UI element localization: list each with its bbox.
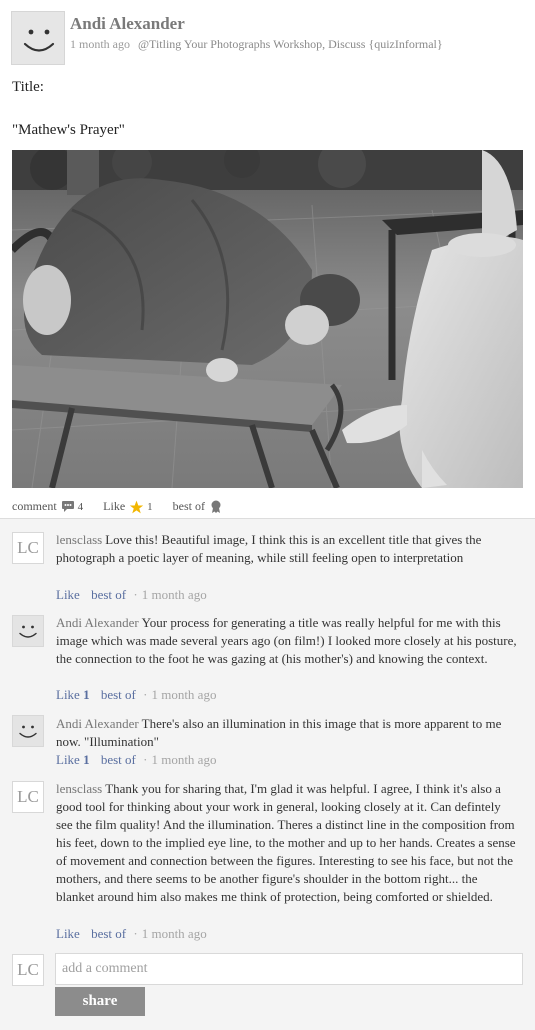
comment-avatar[interactable]	[12, 615, 44, 647]
comment-author[interactable]: lensclass	[56, 532, 102, 547]
comment-author[interactable]: Andi Alexander	[56, 615, 139, 630]
photo-image	[12, 150, 523, 488]
post: Andi Alexander 1 month ago @Titling Your …	[0, 0, 535, 518]
comment-like-count: 1	[83, 687, 90, 702]
post-title-text: "Mathew's Prayer"	[12, 122, 125, 138]
comment-time: 1 month ago	[151, 752, 217, 767]
comment-actions: Like best of · 1 month ago	[56, 587, 207, 602]
comment-like-button[interactable]: Like 1	[56, 687, 90, 702]
comment-body: Andi Alexander There's also an illuminati…	[56, 715, 518, 751]
comment-like-count: 1	[83, 752, 90, 767]
ribbon-icon	[211, 500, 221, 513]
comment-text: Thank you for sharing that, I'm glad it …	[56, 781, 516, 904]
comment-actions: Like best of · 1 month ago	[56, 926, 207, 941]
speech-bubble-icon	[61, 501, 74, 512]
comment-avatar[interactable]: LC	[12, 781, 44, 813]
comment-bestof-button[interactable]: best of	[101, 687, 136, 702]
comment-bestof-button[interactable]: best of	[101, 752, 136, 767]
smiley-face-icon	[19, 625, 37, 638]
share-button[interactable]: share	[55, 987, 145, 1016]
comment-time: 1 month ago	[141, 926, 207, 941]
comment-body: lensclass Love this! Beautiful image, I t…	[56, 531, 518, 567]
post-tags[interactable]: @Titling Your Photographs Workshop, Disc…	[138, 37, 443, 51]
comment-action[interactable]: comment 4	[12, 499, 83, 514]
comment-text: Love this! Beautiful image, I think this…	[56, 532, 482, 565]
comment-actions: Like 1 best of · 1 month ago	[56, 752, 217, 767]
like-count: 1	[147, 500, 153, 513]
comment-time: 1 month ago	[151, 687, 217, 702]
smiley-face-icon	[23, 29, 55, 52]
comment-like-button[interactable]: Like 1	[56, 752, 90, 767]
comment-avatar[interactable]: LC	[12, 532, 44, 564]
comment-body: lensclass Thank you for sharing that, I'm…	[56, 780, 518, 906]
comment-author[interactable]: Andi Alexander	[56, 716, 139, 731]
comment-author[interactable]: lensclass	[56, 781, 102, 796]
post-actions: comment 4 Like 1 best of	[12, 499, 222, 514]
like-action[interactable]: Like 1	[103, 499, 153, 514]
comment-like-button[interactable]: Like	[56, 926, 80, 941]
author-name[interactable]: Andi Alexander	[70, 14, 185, 34]
comment-count: 4	[77, 500, 84, 513]
post-title-label: Title:	[12, 79, 44, 95]
author-avatar[interactable]	[11, 11, 65, 65]
comment-time: 1 month ago	[141, 587, 207, 602]
comment-label: comment	[12, 499, 57, 513]
bestof-action[interactable]: best of	[173, 499, 222, 514]
comment-bestof-button[interactable]: best of	[91, 926, 126, 941]
comment-actions: Like 1 best of · 1 month ago	[56, 687, 217, 702]
post-photo[interactable]	[12, 150, 523, 488]
post-time[interactable]: 1 month ago	[70, 37, 130, 51]
star-icon	[129, 500, 144, 513]
post-meta: 1 month ago @Titling Your Photographs Wor…	[70, 37, 443, 52]
comment-input[interactable]	[55, 953, 523, 985]
comment-bestof-button[interactable]: best of	[91, 587, 126, 602]
comment-body: Andi Alexander Your process for generatin…	[56, 614, 518, 668]
smiley-face-icon	[19, 725, 37, 738]
comment-like-button[interactable]: Like	[56, 587, 80, 602]
like-label: Like	[103, 499, 126, 513]
comment-avatar[interactable]	[12, 715, 44, 747]
compose-avatar: LC	[12, 954, 44, 986]
bestof-label: best of	[172, 499, 205, 513]
